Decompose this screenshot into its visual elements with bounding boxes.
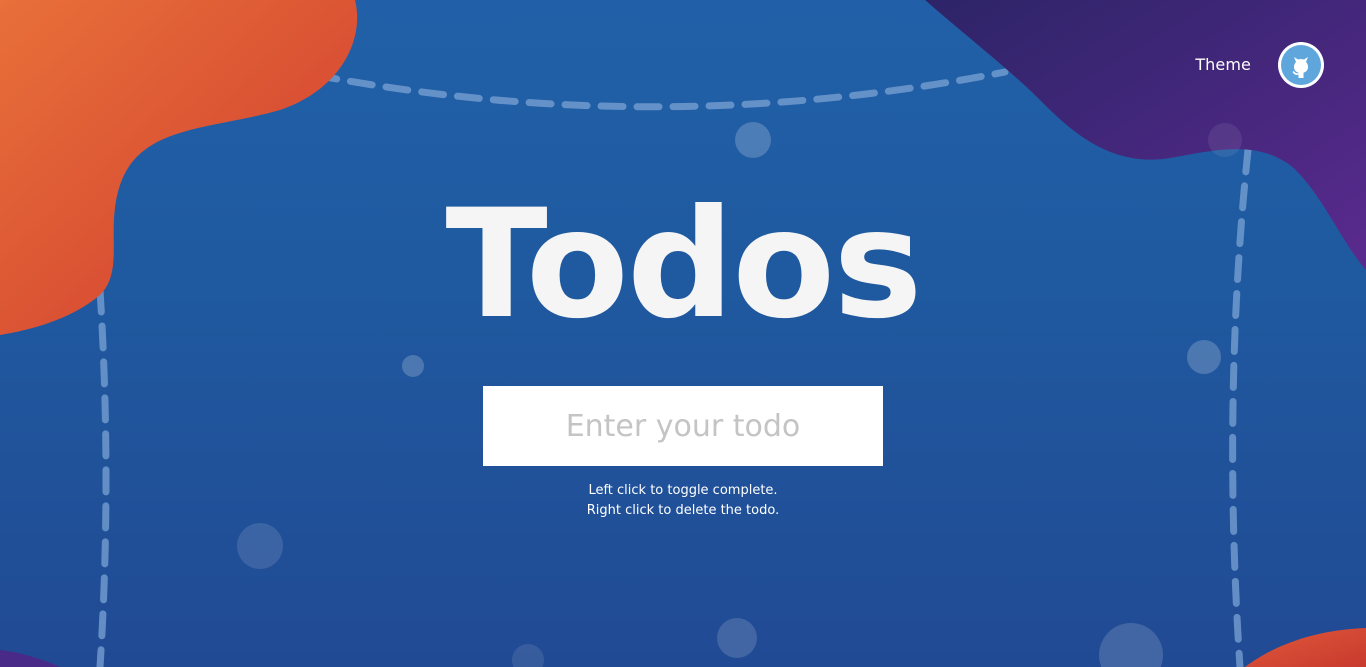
hint-delete-todo: Right click to delete the todo. xyxy=(586,503,780,518)
theme-toggle[interactable]: Theme xyxy=(1195,55,1251,74)
main-content: Todos Left click to toggle complete. Rig… xyxy=(0,0,1366,667)
github-badge-inner xyxy=(1281,45,1321,85)
github-icon xyxy=(1292,57,1308,78)
top-right-controls: Theme xyxy=(1195,42,1324,88)
github-link[interactable] xyxy=(1278,42,1324,88)
page-title: Todos xyxy=(445,178,922,352)
hint-toggle-complete: Left click to toggle complete. xyxy=(588,483,778,498)
todo-input[interactable] xyxy=(483,386,883,466)
